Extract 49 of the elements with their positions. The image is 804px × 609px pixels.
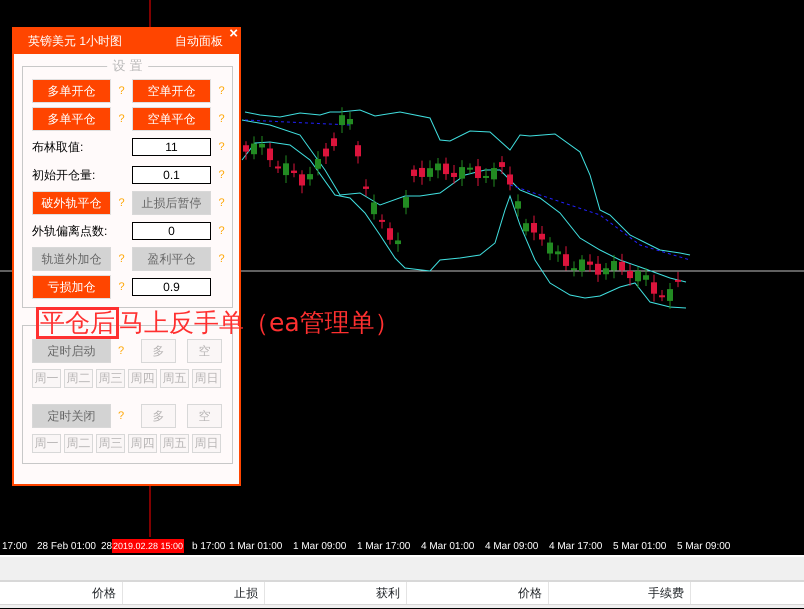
- help-mark[interactable]: ?: [115, 408, 127, 424]
- action-button[interactable]: 亏损加仓: [32, 275, 111, 299]
- input-field[interactable]: 0.1: [132, 166, 211, 184]
- time-label: 28: [101, 540, 112, 553]
- field-label: 布林取值:: [32, 139, 84, 156]
- help-mark[interactable]: ?: [116, 110, 128, 128]
- time-label: 1 Mar 17:00: [357, 540, 410, 553]
- field-label: 外轨偏离点数:: [32, 223, 108, 240]
- time-label: 17:00: [2, 540, 28, 553]
- column-header[interactable]: 价格: [407, 582, 549, 604]
- time-label: 4 Mar 09:00: [485, 540, 538, 553]
- help-mark[interactable]: ?: [216, 138, 228, 156]
- help-mark[interactable]: ?: [116, 82, 128, 100]
- time-label: 1 Mar 01:00: [229, 540, 282, 553]
- column-header[interactable]: 获利: [265, 582, 407, 604]
- help-mark[interactable]: ?: [116, 250, 128, 268]
- time-label: 28 Feb 01:00: [37, 540, 96, 553]
- panel-title: 英镑美元 1小时图: [28, 32, 122, 50]
- action-button[interactable]: 空单开仓: [132, 79, 211, 103]
- input-field[interactable]: 0: [132, 222, 211, 240]
- help-mark[interactable]: ?: [216, 250, 228, 268]
- input-field[interactable]: 0.9: [132, 278, 211, 296]
- help-mark[interactable]: ?: [116, 278, 128, 296]
- column-header[interactable]: 价格: [0, 582, 123, 604]
- time-label: b 17:00: [192, 540, 226, 553]
- action-button[interactable]: 破外轨平仓: [32, 191, 111, 215]
- help-mark[interactable]: ?: [115, 342, 127, 360]
- cursor-time-label: 2019.02.28 15:00: [112, 539, 184, 553]
- close-button[interactable]: ×: [229, 27, 238, 41]
- time-label: 5 Mar 01:00: [613, 540, 666, 553]
- column-header[interactable]: 止损: [123, 582, 265, 604]
- help-mark[interactable]: ?: [216, 194, 228, 212]
- help-mark[interactable]: ?: [216, 110, 228, 128]
- time-label: 4 Mar 17:00: [549, 540, 602, 553]
- help-mark[interactable]: ?: [216, 166, 228, 184]
- help-mark[interactable]: ?: [116, 194, 128, 212]
- column-header[interactable]: 手续费: [549, 582, 691, 604]
- time-label: 1 Mar 09:00: [293, 540, 346, 553]
- action-button[interactable]: 多单平仓: [32, 107, 111, 131]
- help-mark[interactable]: ?: [216, 222, 228, 240]
- field-label: 初始开仓量:: [32, 167, 96, 184]
- input-field[interactable]: 11: [132, 138, 211, 156]
- action-button[interactable]: 空单平仓: [132, 107, 211, 131]
- action-button[interactable]: 多单开仓: [32, 79, 111, 103]
- time-label: 5 Mar 09:00: [677, 540, 730, 553]
- help-mark[interactable]: ?: [216, 82, 228, 100]
- time-label: 4 Mar 01:00: [421, 540, 474, 553]
- group-title: 设 置: [106, 58, 148, 74]
- panel-subtitle: 自动面板: [175, 32, 223, 50]
